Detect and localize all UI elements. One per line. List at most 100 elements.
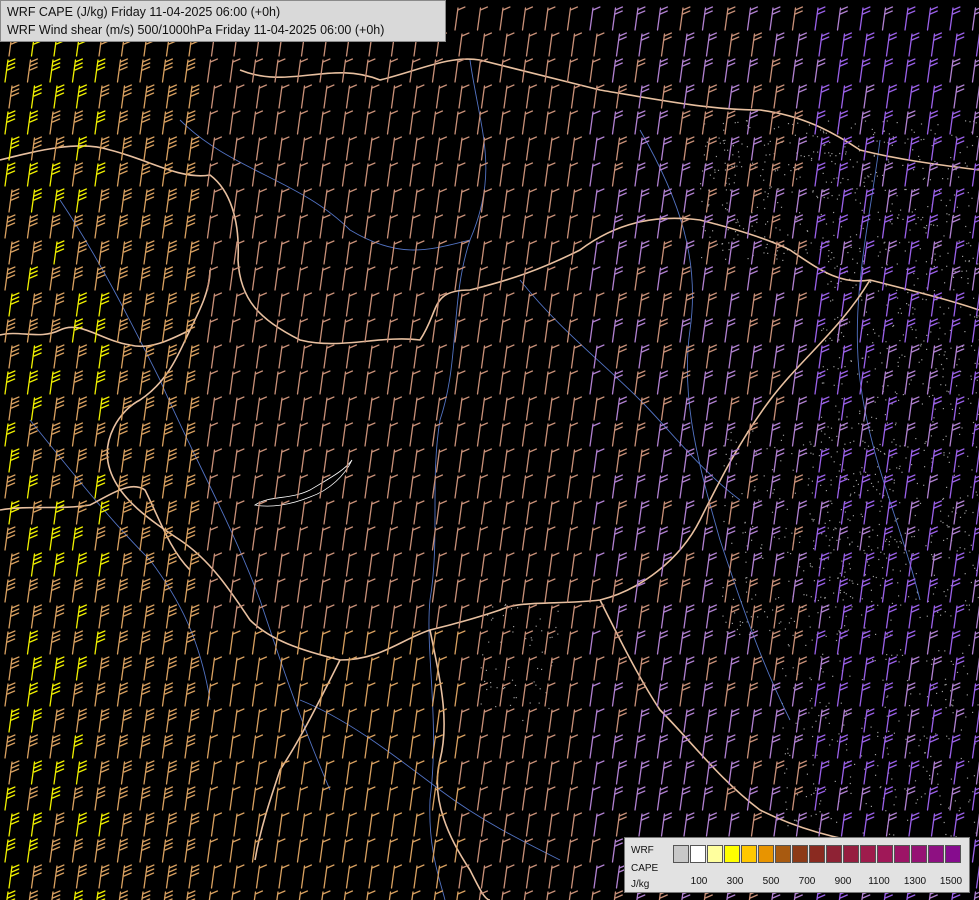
- terrain-dot: [946, 486, 948, 488]
- terrain-dot: [966, 165, 968, 167]
- terrain-dot: [849, 596, 852, 598]
- terrain-dot: [969, 231, 971, 233]
- terrain-dot: [828, 261, 830, 263]
- terrain-dot: [933, 265, 935, 268]
- terrain-dot: [944, 678, 947, 680]
- terrain-dot: [784, 536, 786, 538]
- terrain-dot: [923, 340, 925, 342]
- terrain-dot: [812, 135, 814, 137]
- terrain-dot: [899, 340, 901, 342]
- terrain-dot: [821, 533, 823, 535]
- terrain-dot: [867, 709, 869, 711]
- terrain-dot: [799, 176, 801, 178]
- terrain-dot: [809, 700, 811, 702]
- terrain-dot: [849, 782, 851, 785]
- terrain-dot: [930, 331, 932, 333]
- terrain-dot: [907, 138, 909, 140]
- terrain-dot: [936, 692, 938, 694]
- terrain-dot: [786, 768, 788, 770]
- terrain-dot: [883, 452, 885, 455]
- terrain-dot: [728, 242, 730, 244]
- terrain-dot: [861, 614, 863, 616]
- legend-label-unit: J/kg: [631, 879, 650, 890]
- terrain-dot: [849, 519, 851, 522]
- terrain-dot: [899, 242, 901, 244]
- terrain-dot: [726, 202, 728, 204]
- terrain-dot: [861, 209, 863, 211]
- terrain-dot: [904, 355, 906, 358]
- terrain-dot: [785, 675, 787, 677]
- legend-label-cape: CAPE: [631, 863, 659, 874]
- terrain-dot: [887, 159, 889, 161]
- terrain-dot: [843, 576, 845, 578]
- terrain-dot: [913, 535, 915, 538]
- terrain-dot: [970, 378, 972, 380]
- terrain-dot: [871, 549, 873, 551]
- terrain-dot: [968, 761, 970, 763]
- terrain-dot: [746, 120, 748, 122]
- terrain-dot: [764, 191, 766, 193]
- terrain-dot: [788, 164, 790, 166]
- terrain-dot: [864, 441, 866, 444]
- terrain-dot: [877, 396, 879, 398]
- terrain-dot: [886, 715, 888, 717]
- terrain-dot: [906, 680, 909, 682]
- terrain-dot: [844, 443, 846, 445]
- terrain-dot: [769, 140, 771, 142]
- terrain-dot: [762, 169, 764, 171]
- terrain-dot: [904, 142, 906, 144]
- terrain-dot: [890, 619, 892, 621]
- terrain-dot: [902, 218, 904, 220]
- terrain-dot: [825, 340, 827, 342]
- legend-tick-label: 1300: [903, 876, 927, 887]
- terrain-dot: [533, 681, 535, 683]
- terrain-dot: [824, 152, 826, 154]
- terrain-dot: [769, 629, 771, 632]
- terrain-dot: [865, 471, 867, 473]
- terrain-dot: [851, 606, 853, 608]
- terrain-dot: [895, 796, 897, 798]
- terrain-dot: [833, 257, 835, 259]
- terrain-dot: [741, 143, 743, 145]
- terrain-dot: [795, 819, 797, 821]
- terrain-dot: [836, 633, 838, 635]
- terrain-dot: [950, 403, 952, 405]
- terrain-dot: [924, 442, 926, 444]
- terrain-dot: [885, 658, 887, 660]
- terrain-dot: [858, 494, 860, 496]
- terrain-dot: [810, 596, 812, 598]
- terrain-dot: [495, 706, 497, 708]
- terrain-dot: [808, 478, 810, 480]
- terrain-dot: [827, 511, 829, 513]
- terrain-dot: [862, 440, 864, 442]
- terrain-dot: [737, 221, 739, 223]
- terrain-dot: [901, 354, 903, 356]
- terrain-dot: [935, 368, 937, 370]
- terrain-dot: [939, 306, 941, 308]
- terrain-dot: [844, 511, 846, 513]
- terrain-dot: [877, 604, 879, 606]
- terrain-dot: [840, 226, 843, 228]
- terrain-dot: [823, 196, 825, 199]
- terrain-dot: [919, 739, 921, 741]
- terrain-dot: [847, 518, 849, 520]
- terrain-dot: [854, 763, 856, 765]
- terrain-dot: [920, 345, 922, 347]
- legend-tick-labels: 100 300 500 700 900 1100 1300 1500: [673, 876, 965, 888]
- terrain-dot: [915, 260, 917, 262]
- terrain-dot: [835, 405, 837, 407]
- legend-swatch: [809, 845, 825, 863]
- terrain-dot: [763, 144, 766, 146]
- terrain-dot: [821, 382, 823, 384]
- terrain-dot: [967, 282, 969, 284]
- terrain-dot: [502, 614, 504, 617]
- terrain-dot: [885, 248, 887, 250]
- terrain-dot: [920, 139, 922, 141]
- terrain-dot: [922, 726, 924, 728]
- terrain-dot: [892, 325, 894, 327]
- terrain-dot: [809, 563, 811, 565]
- terrain-dot: [822, 671, 824, 673]
- terrain-dot: [806, 132, 808, 134]
- terrain-dot: [879, 443, 881, 446]
- terrain-dot: [898, 595, 900, 597]
